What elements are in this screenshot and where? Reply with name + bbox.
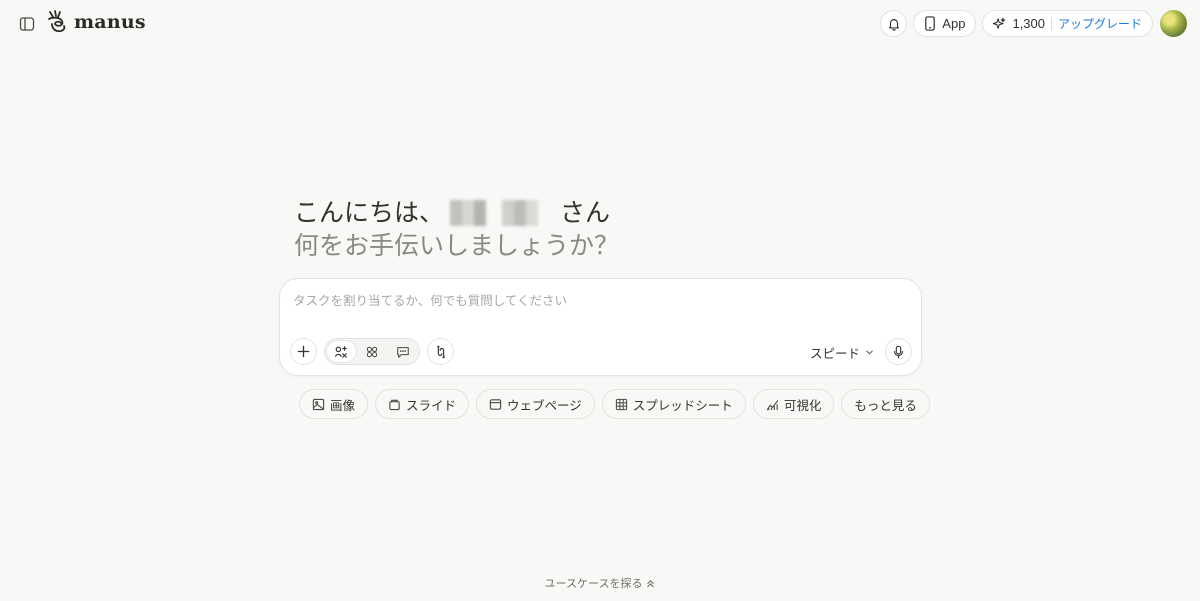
sidebar-toggle-button[interactable] [16, 13, 38, 35]
upgrade-link[interactable]: アップグレード [1058, 15, 1142, 32]
page: manus App 1,300 アップグレード こんにちは、 さん 何をお手伝い… [0, 0, 1200, 601]
task-input[interactable] [293, 290, 903, 310]
task-composer: スピード [279, 278, 922, 376]
chip-label: スプレッドシート [632, 397, 733, 413]
double-chevron-up-icon [646, 579, 655, 588]
chevron-down-icon [865, 348, 874, 357]
manus-logo-icon [46, 9, 68, 35]
explore-use-cases-link[interactable]: ユースケースを探る [0, 575, 1200, 591]
app-download-button[interactable]: App [913, 10, 977, 37]
notifications-button[interactable] [880, 10, 908, 37]
speed-dropdown[interactable]: スピード [810, 342, 874, 362]
add-attachment-button[interactable] [290, 338, 317, 365]
brand-name: manus [74, 11, 146, 33]
chip-spreadsheet[interactable]: スプレッドシート [601, 389, 746, 419]
greeting-suffix: さん [560, 198, 611, 227]
chip-image[interactable]: 画像 [299, 389, 369, 419]
chip-more[interactable]: もっと見る [841, 389, 930, 419]
brand-logo[interactable]: manus [46, 9, 146, 35]
bell-icon [887, 17, 901, 31]
chip-label: 画像 [330, 397, 356, 413]
connector-icon [434, 345, 448, 359]
chat-icon [396, 345, 410, 359]
credits-button[interactable]: 1,300 アップグレード [982, 10, 1153, 37]
header-actions: App 1,300 アップグレード [880, 10, 1187, 37]
greeting-line1: こんにちは、 さん [294, 196, 619, 229]
chip-webpage[interactable]: ウェブページ [476, 389, 595, 419]
image-icon [312, 398, 325, 411]
sparkle-icon [992, 17, 1006, 31]
chat-mode-button[interactable] [388, 341, 417, 362]
divider [1050, 17, 1052, 30]
quick-start-chips: 画像 スライド ウェブページ スプレッドシート 可視化 もっと見る [299, 389, 930, 419]
chip-label: 可視化 [783, 397, 822, 413]
browser-icon [489, 398, 502, 411]
chip-visualization[interactable]: 可視化 [752, 389, 835, 419]
greeting-line2: 何をお手伝いしましょうか？ [294, 231, 620, 260]
greeting-prefix: こんにちは、 [294, 198, 445, 227]
grid-icon [365, 345, 379, 359]
slides-icon [388, 398, 401, 411]
speed-label: スピード [810, 345, 861, 361]
credits-count: 1,300 [1012, 16, 1045, 31]
chip-label: ウェブページ [507, 397, 582, 413]
plus-icon [297, 345, 310, 358]
sidebar-icon [19, 16, 35, 32]
explore-label: ユースケースを探る [544, 577, 643, 590]
chip-label: スライド [406, 397, 457, 413]
chip-label: もっと見る [854, 397, 917, 413]
voice-input-button[interactable] [885, 338, 912, 365]
chip-slides[interactable]: スライド [375, 389, 470, 419]
table-icon [615, 398, 628, 411]
greeting: こんにちは、 さん 何をお手伝いしましょうか？ [294, 196, 619, 262]
agent-icon [334, 345, 348, 359]
app-button-label: App [942, 16, 966, 31]
phone-icon [924, 16, 936, 31]
avatar[interactable] [1160, 10, 1187, 37]
connectors-button[interactable] [427, 338, 454, 365]
chart-icon [766, 398, 779, 411]
agent-mode-button[interactable] [327, 341, 356, 362]
tools-mode-button[interactable] [358, 341, 387, 362]
microphone-icon [892, 345, 905, 359]
redacted-user-name [446, 199, 559, 226]
mode-selector [324, 338, 420, 365]
